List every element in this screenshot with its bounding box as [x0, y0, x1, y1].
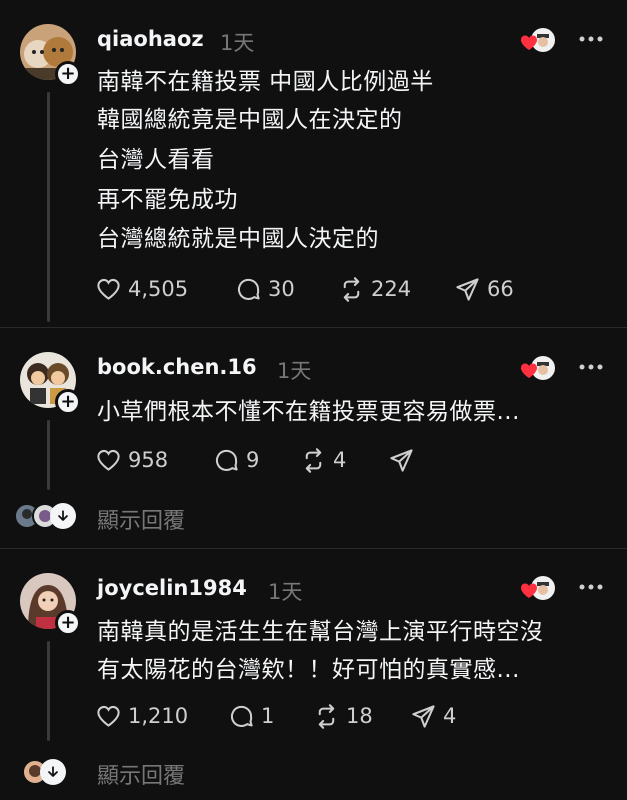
repost-icon	[318, 703, 335, 729]
reply-avatars[interactable]	[22, 757, 66, 787]
repost-count: 18	[346, 704, 373, 728]
share-button[interactable]: 4	[410, 701, 456, 731]
reply-button[interactable]: 1	[228, 701, 274, 731]
username[interactable]: joycelin1984	[97, 576, 247, 600]
like-count: 1,210	[128, 704, 189, 728]
post-text-line: 南韓真的是活生生在幫台灣上演平行時空沒	[97, 619, 544, 645]
heart-icon	[97, 705, 120, 727]
repost-button[interactable]: 18	[313, 701, 373, 731]
liked-by-author-icon	[518, 573, 556, 603]
comment-icon	[230, 705, 253, 727]
share-count: 4	[443, 704, 457, 728]
more-icon[interactable]	[578, 583, 604, 591]
follow-plus-icon[interactable]: +	[55, 610, 81, 636]
post-text-line: 有太陽花的台灣欸！！好可怕的真實感...	[97, 657, 520, 683]
share-icon	[412, 704, 435, 728]
show-replies-link[interactable]: 顯示回覆	[97, 758, 185, 790]
thread-line	[47, 641, 50, 741]
reply-count: 1	[261, 704, 275, 728]
chevron-down-icon[interactable]	[40, 759, 66, 785]
post-joycelin1984: + joycelin1984 1天 南韓真的是活生生在幫台灣上演平行時空沒 有太…	[0, 0, 627, 800]
like-button[interactable]: 1,210	[95, 701, 188, 731]
timestamp: 1天	[268, 580, 303, 604]
